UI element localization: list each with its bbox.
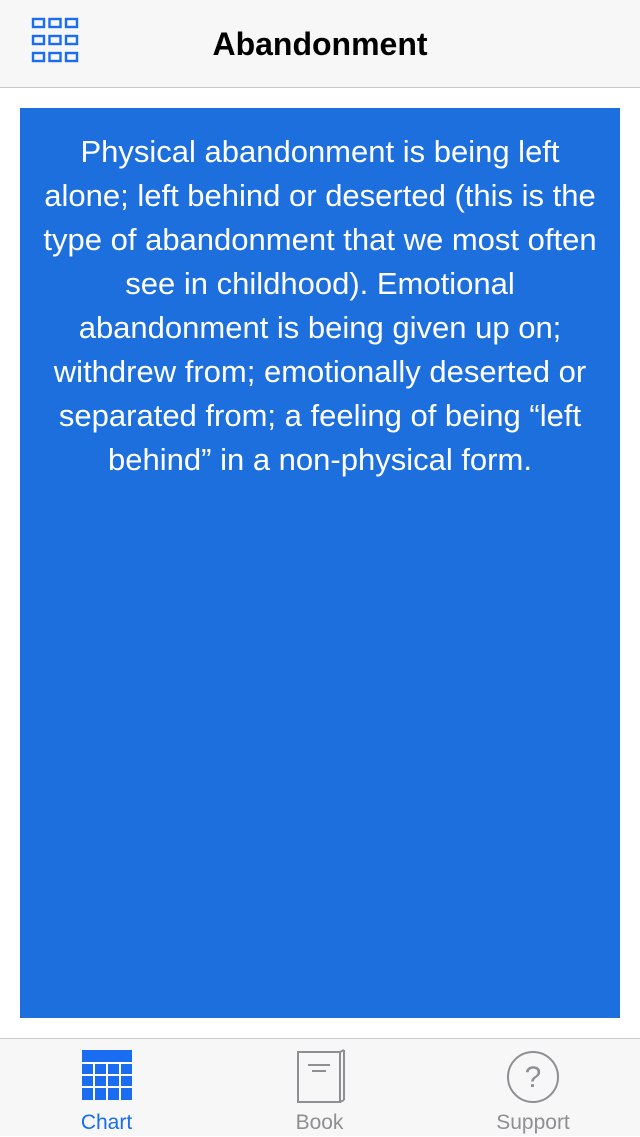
page-title: Abandonment — [212, 26, 428, 62]
tab-chart[interactable]: Chart — [0, 1039, 213, 1137]
tab-support[interactable]: ? Support — [426, 1039, 640, 1137]
tab-bar: Chart Book ? Support — [0, 1038, 640, 1136]
navigation-bar: Abandonment — [0, 0, 640, 88]
content-area: Physical abandonment is being left alone… — [0, 88, 640, 1038]
grid-menu-button[interactable] — [28, 16, 82, 68]
tab-book[interactable]: Book — [213, 1039, 426, 1137]
definition-text: Physical abandonment is being left alone… — [43, 134, 597, 477]
chart-grid-icon — [81, 1050, 132, 1100]
tab-chart-label: Chart — [80, 1111, 133, 1134]
grid-menu-icon — [31, 17, 79, 63]
question-mark-icon: ? — [507, 1051, 559, 1103]
svg-text:?: ? — [525, 1061, 542, 1094]
definition-card: Physical abandonment is being left alone… — [20, 108, 620, 1018]
book-icon — [296, 1049, 345, 1103]
tab-support-label: Support — [496, 1111, 570, 1134]
tab-book-label: Book — [295, 1111, 344, 1134]
